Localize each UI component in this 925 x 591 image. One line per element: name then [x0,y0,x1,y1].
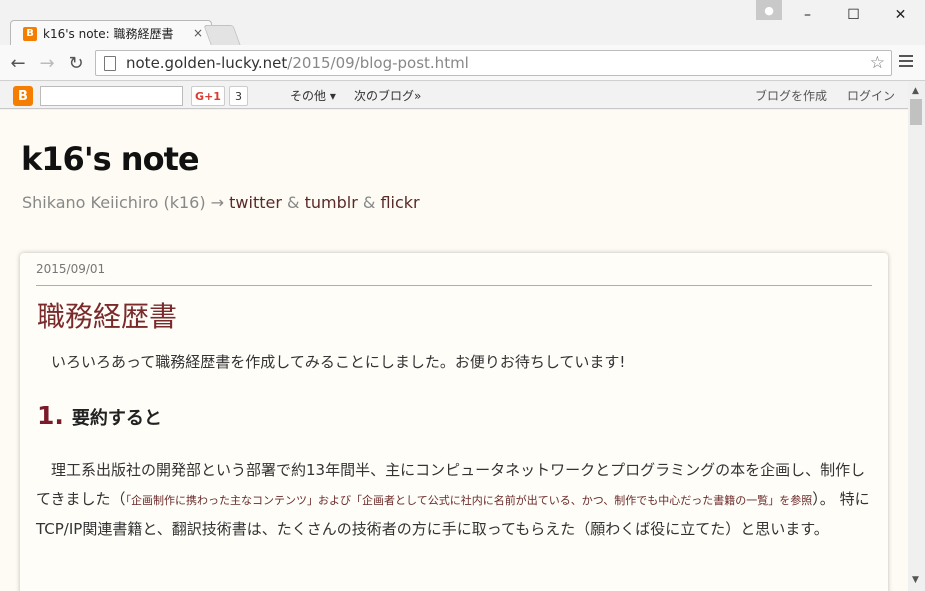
next-blog-link[interactable]: 次のブログ» [354,87,421,104]
scroll-thumb[interactable] [910,99,922,125]
create-blog-link[interactable]: ブログを作成 [755,87,827,104]
tumblr-link[interactable]: tumblr [305,193,358,212]
flickr-link[interactable]: flickr [380,193,419,212]
blogger-logo-icon[interactable]: B [13,86,33,106]
login-link[interactable]: ログイン [847,87,895,104]
tab-close-icon[interactable]: × [193,26,203,40]
ampersand: & [287,193,300,212]
post-intro: いろいろあって職務経歴書を作成してみることにしました。お便りお待ちしています! [51,353,626,371]
scroll-up-icon[interactable]: ▲ [912,86,919,96]
section-number: 1. [37,401,64,430]
browser-titlebar: B k16's note: 職務経歴書 × ● – ☐ ✕ [0,0,925,46]
page-icon [104,55,116,71]
reload-icon[interactable]: ↻ [64,51,88,75]
hamburger-menu-icon[interactable] [899,55,913,71]
page-viewport: k16's note Shikano Keiichiro (k16) → twi… [0,110,908,591]
section-title: 要約すると [71,408,162,429]
section-heading: 1. 要約すると [37,401,162,430]
close-window-button[interactable]: ✕ [878,0,923,30]
browser-tab[interactable]: B k16's note: 職務経歴書 × [10,20,212,46]
post-body: 理工系出版社の開発部という部署で約13年間半、主にコンピュータネットワークとプロ… [36,461,870,538]
blogger-navbar: B G+1 3 その他 ▾ 次のブログ» ブログを作成 ログイン [0,82,925,109]
ampersand: & [362,193,376,212]
forward-arrow-icon[interactable]: → [35,51,59,75]
blog-title[interactable]: k16's note [21,140,200,178]
back-arrow-icon[interactable]: ← [6,51,30,75]
blog-search-input[interactable] [40,86,183,106]
gplus-button[interactable]: G+1 [191,86,225,106]
blogger-favicon-icon: B [23,26,37,41]
post-date: 2015/09/01 [36,262,106,276]
address-bar[interactable]: note.golden-lucky.net/2015/09/blog-post.… [95,50,892,76]
content-list-link[interactable]: 「企画制作に携わった主なコンテンツ」および「企画者として公式に社内に名前が出てい… [126,494,813,507]
bookmark-star-icon[interactable]: ☆ [870,53,885,73]
blog-description: Shikano Keiichiro (k16) → twitter & tumb… [22,193,420,212]
author-text: Shikano Keiichiro (k16) → [22,193,225,212]
page-scrollbar[interactable]: ▲ ▼ [908,82,925,591]
gplus-count: 3 [229,86,248,106]
more-menu[interactable]: その他 ▾ [290,87,336,104]
maximize-button[interactable]: ☐ [831,0,876,30]
tab-title: k16's note: 職務経歴書 [43,27,174,41]
minimize-button[interactable]: – [785,0,830,30]
divider [36,285,872,286]
scroll-down-icon[interactable]: ▼ [912,575,919,585]
user-profile-icon[interactable]: ● [756,0,782,20]
post-title[interactable]: 職務経歴書 [37,295,177,335]
new-tab-button[interactable] [203,25,241,45]
browser-toolbar: ← → ↻ note.golden-lucky.net/2015/09/blog… [0,45,925,81]
blog-post: 2015/09/01 職務経歴書 いろいろあって職務経歴書を作成してみることにし… [20,253,888,591]
twitter-link[interactable]: twitter [229,193,282,212]
url-text: note.golden-lucky.net/2015/09/blog-post.… [126,54,469,72]
